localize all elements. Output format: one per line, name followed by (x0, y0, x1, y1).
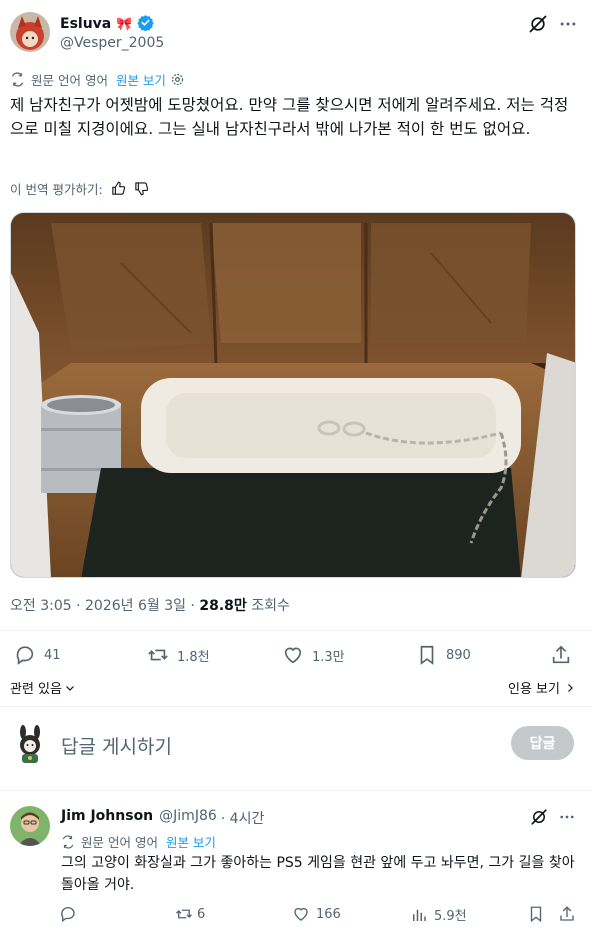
reply-bookmark-button[interactable] (527, 905, 545, 923)
reply-button[interactable]: 41 (14, 644, 61, 666)
like-count: 1.3만 (312, 649, 345, 665)
gear-icon[interactable] (170, 72, 185, 87)
translate-icon (10, 71, 25, 87)
bookmark-icon (416, 644, 438, 666)
more-icon[interactable] (558, 808, 576, 826)
translate-icon (61, 834, 75, 849)
reply-submit-button[interactable]: 답글 (511, 726, 574, 760)
reply-actions: 6 166 5.9천 (0, 905, 592, 925)
rate-translation-label: 이 번역 평가하기: (10, 182, 103, 197)
reply-icon (59, 905, 77, 923)
rate-translation: 이 번역 평가하기: (10, 179, 149, 198)
reply-author-handle[interactable]: @JimJ86 (159, 808, 217, 828)
repost-count: 1.8천 (177, 649, 210, 665)
reply-views-button[interactable]: 5.9천 (410, 905, 467, 924)
reply-author: Jim Johnson @JimJ86 · 4시간 (61, 808, 264, 828)
grok-icon[interactable] (528, 14, 548, 34)
translation-row: 원문 언어 영어 원본 보기 (10, 70, 185, 88)
post-actions: 41 1.8천 1.3만 890 (0, 644, 592, 670)
reply-like-button[interactable]: 166 (292, 905, 341, 923)
repost-icon (175, 905, 193, 923)
view-quotes-link[interactable]: 인용 보기 (508, 678, 576, 697)
bookmark-count: 890 (446, 647, 471, 663)
like-icon (292, 905, 310, 923)
reply-text: 그의 고양이 화장실과 그가 좋아하는 PS5 게임을 현관 앞에 두고 놔두면… (61, 855, 575, 893)
bookmark-icon (527, 905, 545, 923)
repost-button[interactable]: 1.8천 (147, 644, 210, 666)
grok-icon[interactable] (530, 808, 548, 826)
reply-repost-button[interactable]: 6 (175, 905, 205, 923)
divider (0, 790, 592, 791)
author-name[interactable]: Esluva 🎀 (60, 14, 154, 32)
show-original-link[interactable]: 원본 보기 (116, 70, 166, 89)
reply-input[interactable]: 답글 게시하기 (61, 732, 172, 759)
reply-translation-row: 원문 언어 영어 원본 보기 (61, 832, 216, 851)
reply-like-count: 166 (316, 906, 341, 922)
post-meta: 오전 3:05 · 2026년 6월 3일 · 28.8만 조회수 (10, 595, 290, 615)
divider (0, 706, 592, 707)
post-image[interactable] (10, 212, 576, 578)
reply-author-avatar[interactable] (10, 806, 50, 846)
share-icon (558, 905, 576, 923)
thumbs-down-icon[interactable] (134, 181, 149, 196)
author-emoji: 🎀 (116, 17, 133, 32)
related-label: 관련 있음 (10, 682, 62, 697)
reply-share-button[interactable] (558, 905, 576, 923)
share-button[interactable] (550, 644, 572, 666)
reply-repost-count: 6 (197, 906, 206, 922)
share-icon (550, 644, 572, 666)
reply-reply-button[interactable] (59, 905, 77, 923)
chevron-down-icon (64, 682, 76, 694)
more-icon[interactable] (558, 14, 578, 34)
thumbs-up-icon[interactable] (111, 181, 126, 196)
views-icon (410, 906, 428, 924)
like-icon (282, 644, 304, 666)
translation-label: 원문 언어 영어 (31, 72, 108, 88)
author-handle[interactable]: @Vesper_2005 (60, 35, 164, 51)
chevron-right-icon (564, 682, 576, 694)
reply-show-original-link[interactable]: 원본 보기 (166, 832, 216, 851)
post-text: 제 남자친구가 어젯밤에 도망쳤어요. 만약 그를 찾으시면 저에게 알려주세요… (10, 96, 569, 138)
reply-time[interactable]: · 4시간 (221, 808, 265, 828)
views-count: 28.8만 (199, 598, 247, 614)
verified-badge-icon (137, 14, 154, 31)
quotes-label: 인용 보기 (508, 682, 560, 697)
reply-icon (14, 644, 36, 666)
bookmark-button[interactable]: 890 (416, 644, 471, 666)
my-avatar[interactable] (10, 725, 50, 765)
divider (0, 630, 592, 631)
views-label: 조회수 (246, 598, 290, 614)
author-name-text[interactable]: Esluva (60, 16, 111, 32)
related-toggle[interactable]: 관련 있음 (10, 678, 76, 697)
like-button[interactable]: 1.3만 (282, 644, 345, 666)
reply-views-count: 5.9천 (434, 909, 467, 924)
repost-icon (147, 644, 169, 666)
reply-author-name[interactable]: Jim Johnson (61, 808, 153, 828)
reply-translation-label: 원문 언어 영어 (81, 835, 158, 850)
post-time[interactable]: 오전 3:05 · 2026년 6월 3일 · (10, 598, 199, 614)
author-avatar[interactable] (10, 12, 50, 52)
reply-count: 41 (44, 647, 61, 663)
